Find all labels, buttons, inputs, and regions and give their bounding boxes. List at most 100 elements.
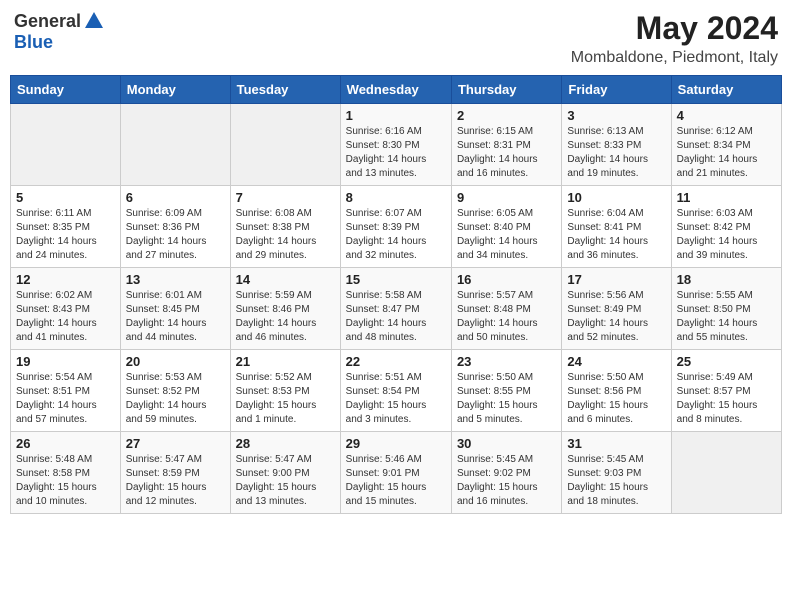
day-number: 9 xyxy=(457,190,556,205)
calendar-cell: 19 Sunrise: 5:54 AM Sunset: 8:51 PM Dayli… xyxy=(11,350,121,432)
calendar-cell: 21 Sunrise: 5:52 AM Sunset: 8:53 PM Dayli… xyxy=(230,350,340,432)
calendar-cell xyxy=(230,104,340,186)
day-number: 20 xyxy=(126,354,225,369)
day-number: 13 xyxy=(126,272,225,287)
day-number: 8 xyxy=(346,190,446,205)
day-info: Sunrise: 6:01 AM Sunset: 8:45 PM Dayligh… xyxy=(126,289,225,345)
calendar-table: Sunday Monday Tuesday Wednesday Thursday… xyxy=(10,75,782,514)
calendar-cell: 15 Sunrise: 5:58 AM Sunset: 8:47 PM Dayli… xyxy=(340,268,451,350)
day-info: Sunrise: 6:03 AM Sunset: 8:42 PM Dayligh… xyxy=(677,207,776,263)
day-info: Sunrise: 6:12 AM Sunset: 8:34 PM Dayligh… xyxy=(677,125,776,181)
header-friday: Friday xyxy=(562,76,671,104)
logo-blue-text: Blue xyxy=(14,32,53,53)
calendar-cell: 9 Sunrise: 6:05 AM Sunset: 8:40 PM Daylig… xyxy=(451,186,561,268)
calendar-header: Sunday Monday Tuesday Wednesday Thursday… xyxy=(11,76,782,104)
calendar-cell: 23Sunrise: 5:50 AM Sunset: 8:55 PM Dayli… xyxy=(451,350,561,432)
page-header: General Blue May 2024 Mombaldone, Piedmo… xyxy=(10,10,782,67)
day-number: 12 xyxy=(16,272,115,287)
calendar-cell: 20 Sunrise: 5:53 AM Sunset: 8:52 PM Dayli… xyxy=(120,350,230,432)
month-year-title: May 2024 xyxy=(571,10,778,47)
day-info: Sunrise: 6:16 AM Sunset: 8:30 PM Dayligh… xyxy=(346,125,446,181)
header-tuesday: Tuesday xyxy=(230,76,340,104)
day-number: 25 xyxy=(677,354,776,369)
day-number: 4 xyxy=(677,108,776,123)
day-info: Sunrise: 6:07 AM Sunset: 8:39 PM Dayligh… xyxy=(346,207,446,263)
calendar-cell: 12Sunrise: 6:02 AM Sunset: 8:43 PM Dayli… xyxy=(11,268,121,350)
calendar-cell: 6 Sunrise: 6:09 AM Sunset: 8:36 PM Daylig… xyxy=(120,186,230,268)
calendar-cell: 29 Sunrise: 5:46 AM Sunset: 9:01 PM Dayli… xyxy=(340,432,451,514)
day-info: Sunrise: 5:48 AM Sunset: 8:58 PM Dayligh… xyxy=(16,453,115,509)
day-info: Sunrise: 5:57 AM Sunset: 8:48 PM Dayligh… xyxy=(457,289,556,345)
header-saturday: Saturday xyxy=(671,76,781,104)
header-sunday: Sunday xyxy=(11,76,121,104)
calendar-week-row: 1 Sunrise: 6:16 AM Sunset: 8:30 PM Daylig… xyxy=(11,104,782,186)
day-number: 28 xyxy=(236,436,335,451)
day-info: Sunrise: 6:15 AM Sunset: 8:31 PM Dayligh… xyxy=(457,125,556,181)
day-info: Sunrise: 5:51 AM Sunset: 8:54 PM Dayligh… xyxy=(346,371,446,427)
day-number: 1 xyxy=(346,108,446,123)
day-number: 14 xyxy=(236,272,335,287)
logo-icon xyxy=(83,10,105,32)
day-info: Sunrise: 5:56 AM Sunset: 8:49 PM Dayligh… xyxy=(567,289,665,345)
day-info: Sunrise: 5:50 AM Sunset: 8:56 PM Dayligh… xyxy=(567,371,665,427)
day-info: Sunrise: 5:54 AM Sunset: 8:51 PM Dayligh… xyxy=(16,371,115,427)
day-info: Sunrise: 6:13 AM Sunset: 8:33 PM Dayligh… xyxy=(567,125,665,181)
day-number: 19 xyxy=(16,354,115,369)
calendar-cell: 30Sunrise: 5:45 AM Sunset: 9:02 PM Dayli… xyxy=(451,432,561,514)
calendar-cell: 1 Sunrise: 6:16 AM Sunset: 8:30 PM Daylig… xyxy=(340,104,451,186)
calendar-cell xyxy=(120,104,230,186)
day-number: 5 xyxy=(16,190,115,205)
day-info: Sunrise: 5:53 AM Sunset: 8:52 PM Dayligh… xyxy=(126,371,225,427)
calendar-cell: 25 Sunrise: 5:49 AM Sunset: 8:57 PM Dayli… xyxy=(671,350,781,432)
calendar-cell: 8 Sunrise: 6:07 AM Sunset: 8:39 PM Daylig… xyxy=(340,186,451,268)
day-info: Sunrise: 6:11 AM Sunset: 8:35 PM Dayligh… xyxy=(16,207,115,263)
calendar-cell: 2Sunrise: 6:15 AM Sunset: 8:31 PM Daylig… xyxy=(451,104,561,186)
day-number: 17 xyxy=(567,272,665,287)
calendar-cell: 11 Sunrise: 6:03 AM Sunset: 8:42 PM Dayli… xyxy=(671,186,781,268)
day-number: 27 xyxy=(126,436,225,451)
header-monday: Monday xyxy=(120,76,230,104)
day-info: Sunrise: 6:09 AM Sunset: 8:36 PM Dayligh… xyxy=(126,207,225,263)
day-number: 15 xyxy=(346,272,446,287)
day-number: 21 xyxy=(236,354,335,369)
title-section: May 2024 Mombaldone, Piedmont, Italy xyxy=(571,10,778,67)
header-thursday: Thursday xyxy=(451,76,561,104)
calendar-cell: 26 Sunrise: 5:48 AM Sunset: 8:58 PM Dayli… xyxy=(11,432,121,514)
day-number: 18 xyxy=(677,272,776,287)
day-info: Sunrise: 5:46 AM Sunset: 9:01 PM Dayligh… xyxy=(346,453,446,509)
calendar-cell: 4 Sunrise: 6:12 AM Sunset: 8:34 PM Daylig… xyxy=(671,104,781,186)
day-info: Sunrise: 6:08 AM Sunset: 8:38 PM Dayligh… xyxy=(236,207,335,263)
calendar-cell: 3 Sunrise: 6:13 AM Sunset: 8:33 PM Daylig… xyxy=(562,104,671,186)
day-number: 6 xyxy=(126,190,225,205)
day-info: Sunrise: 5:50 AM Sunset: 8:55 PM Dayligh… xyxy=(457,371,556,427)
calendar-cell xyxy=(671,432,781,514)
calendar-cell: 13 Sunrise: 6:01 AM Sunset: 8:45 PM Dayli… xyxy=(120,268,230,350)
calendar-week-row: 19 Sunrise: 5:54 AM Sunset: 8:51 PM Dayli… xyxy=(11,350,782,432)
calendar-week-row: 5 Sunrise: 6:11 AM Sunset: 8:35 PM Daylig… xyxy=(11,186,782,268)
calendar-week-row: 12Sunrise: 6:02 AM Sunset: 8:43 PM Dayli… xyxy=(11,268,782,350)
calendar-cell: 10Sunrise: 6:04 AM Sunset: 8:41 PM Dayli… xyxy=(562,186,671,268)
day-number: 11 xyxy=(677,190,776,205)
header-wednesday: Wednesday xyxy=(340,76,451,104)
day-info: Sunrise: 6:05 AM Sunset: 8:40 PM Dayligh… xyxy=(457,207,556,263)
calendar-cell: 27 Sunrise: 5:47 AM Sunset: 8:59 PM Dayli… xyxy=(120,432,230,514)
day-info: Sunrise: 5:55 AM Sunset: 8:50 PM Dayligh… xyxy=(677,289,776,345)
day-info: Sunrise: 5:59 AM Sunset: 8:46 PM Dayligh… xyxy=(236,289,335,345)
header-row: Sunday Monday Tuesday Wednesday Thursday… xyxy=(11,76,782,104)
day-number: 7 xyxy=(236,190,335,205)
calendar-cell: 7 Sunrise: 6:08 AM Sunset: 8:38 PM Daylig… xyxy=(230,186,340,268)
day-info: Sunrise: 5:52 AM Sunset: 8:53 PM Dayligh… xyxy=(236,371,335,427)
calendar-cell: 22Sunrise: 5:51 AM Sunset: 8:54 PM Dayli… xyxy=(340,350,451,432)
calendar-week-row: 26 Sunrise: 5:48 AM Sunset: 8:58 PM Dayli… xyxy=(11,432,782,514)
calendar-cell xyxy=(11,104,121,186)
day-info: Sunrise: 5:47 AM Sunset: 8:59 PM Dayligh… xyxy=(126,453,225,509)
day-number: 10 xyxy=(567,190,665,205)
calendar-cell: 17 Sunrise: 5:56 AM Sunset: 8:49 PM Dayli… xyxy=(562,268,671,350)
location-subtitle: Mombaldone, Piedmont, Italy xyxy=(571,49,778,67)
day-number: 26 xyxy=(16,436,115,451)
day-info: Sunrise: 5:58 AM Sunset: 8:47 PM Dayligh… xyxy=(346,289,446,345)
day-number: 3 xyxy=(567,108,665,123)
day-number: 29 xyxy=(346,436,446,451)
calendar-body: 1 Sunrise: 6:16 AM Sunset: 8:30 PM Daylig… xyxy=(11,104,782,514)
day-info: Sunrise: 5:49 AM Sunset: 8:57 PM Dayligh… xyxy=(677,371,776,427)
